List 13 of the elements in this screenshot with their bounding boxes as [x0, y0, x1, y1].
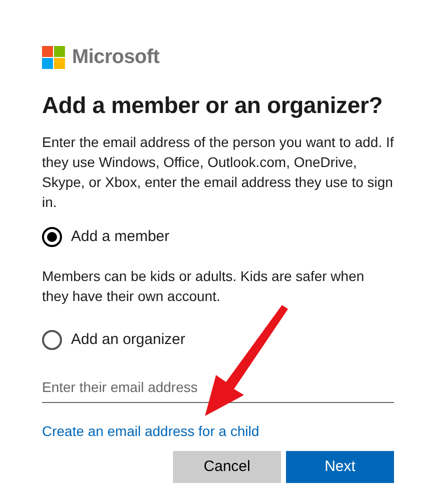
email-field[interactable]: Enter their email address	[42, 371, 394, 403]
option-note: Members can be kids or adults. Kids are safer when they have their own account.	[42, 266, 366, 306]
intro-text: Enter the email address of the person you want to add. If they use Windows, Office, Outlook.com, OneDrive, Skype, or Xbox, enter the email address they use to sign in.	[42, 133, 394, 212]
dialog-heading: Add a member or an organizer?	[42, 91, 384, 120]
radio-button[interactable]	[42, 330, 62, 350]
cancel-button[interactable]: Cancel	[173, 451, 281, 483]
next-button[interactable]: Next	[286, 451, 394, 483]
option-label: Add a member	[71, 227, 170, 247]
logo-icon	[42, 46, 65, 68]
option-label: Add an organizer	[71, 330, 186, 350]
radio-button[interactable]	[42, 227, 62, 248]
brand-name: Microsoft	[72, 45, 160, 70]
child-email-link[interactable]: Create an email address for a child	[42, 421, 260, 442]
